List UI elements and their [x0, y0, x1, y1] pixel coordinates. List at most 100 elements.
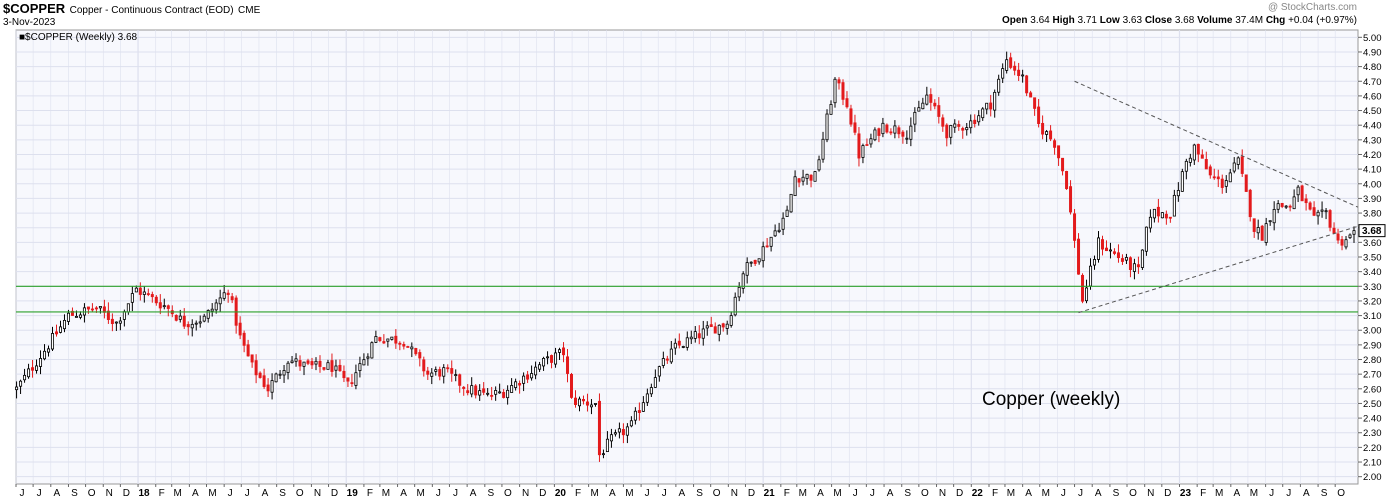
candle-body	[697, 333, 701, 339]
candle-body	[330, 360, 334, 372]
candle-body	[390, 336, 394, 340]
candle-body	[821, 138, 825, 160]
candle-body	[941, 117, 945, 127]
candle-body	[382, 341, 386, 344]
candle-body	[398, 342, 402, 345]
candle-body	[502, 392, 506, 398]
candle-body	[118, 320, 122, 324]
candle-body	[717, 324, 721, 335]
x-tick-label: S	[1113, 488, 1120, 499]
candle-body	[657, 366, 661, 377]
x-tick-label: J	[662, 488, 667, 499]
candle-body	[1224, 180, 1228, 187]
candle-body	[613, 432, 617, 435]
candle-body	[410, 346, 414, 350]
candle-body	[1120, 258, 1124, 262]
candle-body	[1085, 287, 1089, 302]
candle-body	[290, 360, 294, 363]
x-tick-label: A	[262, 488, 269, 499]
candle-body	[1124, 257, 1128, 261]
candle-body	[725, 323, 729, 329]
candle-body	[985, 102, 989, 110]
y-tick-label: 3.40	[1363, 267, 1382, 278]
y-tick-label: 2.40	[1363, 414, 1382, 425]
candle-body	[302, 361, 306, 367]
candle-body	[757, 258, 761, 263]
legend-label: ■$COPPER (Weekly) 3.68	[19, 32, 138, 43]
candle-body	[1240, 156, 1244, 174]
x-tick-label: A	[1095, 488, 1102, 499]
candle-body	[346, 377, 350, 382]
candle-body	[190, 323, 194, 329]
candle-body	[1077, 238, 1081, 275]
x-tick-label: 22	[972, 488, 984, 499]
candle-body	[1296, 186, 1300, 196]
candle-body	[873, 129, 877, 141]
candle-body	[450, 368, 454, 374]
candle-body	[633, 410, 637, 421]
y-tick-label: 4.40	[1363, 121, 1382, 132]
candle-body	[194, 322, 198, 325]
candle-body	[601, 453, 605, 456]
candle-body	[1001, 68, 1005, 79]
candle-body	[322, 367, 326, 370]
candle-body	[1009, 57, 1013, 68]
x-tick-label: A	[192, 488, 199, 499]
candle-body	[282, 370, 286, 376]
x-tick-label: D	[331, 488, 338, 499]
candle-body	[446, 367, 450, 370]
candle-body	[266, 384, 270, 392]
candle-body	[1236, 157, 1240, 165]
candle-body	[374, 336, 378, 343]
x-tick-label: 19	[347, 488, 359, 499]
candle-body	[506, 389, 510, 399]
candle-body	[1280, 202, 1284, 207]
candle-body	[1180, 171, 1184, 192]
candle-body	[286, 362, 290, 373]
candle-body	[869, 138, 873, 145]
candle-body	[434, 369, 438, 372]
x-tick-label: J	[870, 488, 875, 499]
candle-body	[885, 124, 889, 133]
y-tick-label: 2.80	[1363, 355, 1382, 366]
candle-body	[150, 294, 154, 298]
candle-body	[1148, 216, 1152, 229]
candle-body	[785, 209, 789, 217]
x-tick-label: J	[228, 488, 233, 499]
candle-body	[534, 366, 538, 376]
candle-body	[51, 333, 54, 350]
candle-body	[418, 352, 422, 359]
candle-body	[981, 108, 985, 119]
x-tick-label: N	[106, 488, 113, 499]
candle-body	[1176, 190, 1180, 197]
candle-body	[130, 293, 134, 303]
candle-body	[226, 292, 230, 295]
candle-body	[1100, 239, 1104, 250]
candle-body	[789, 193, 793, 213]
candle-body	[849, 108, 853, 125]
price-plot: 2.00 2.10 2.20 2.30 2.40 2.50 2.60 2.70 2.80 2.90…	[15, 29, 1386, 499]
candle-body	[1005, 59, 1009, 71]
candle-body	[801, 176, 805, 182]
x-tick-label: S	[279, 488, 286, 499]
y-tick-label: 4.00	[1363, 179, 1382, 190]
candle-body	[929, 94, 933, 103]
candle-body	[909, 125, 913, 140]
candle-body	[154, 296, 158, 304]
x-tick-label: N	[731, 488, 738, 499]
candle-body	[1292, 196, 1296, 210]
x-tick-label: M	[625, 488, 633, 499]
candle-body	[1336, 233, 1340, 241]
candle-body	[1037, 106, 1041, 124]
candle-body	[39, 358, 43, 367]
candle-body	[526, 374, 530, 380]
candle-body	[1272, 209, 1276, 224]
y-tick-label: 2.90	[1363, 340, 1382, 351]
x-tick-label: D	[1164, 488, 1171, 499]
candle-body	[749, 261, 753, 264]
candle-body	[486, 392, 490, 395]
x-tick-label: O	[296, 488, 304, 499]
candle-body	[126, 303, 130, 313]
x-tick-label: F	[367, 488, 373, 499]
candle-body	[769, 236, 773, 247]
